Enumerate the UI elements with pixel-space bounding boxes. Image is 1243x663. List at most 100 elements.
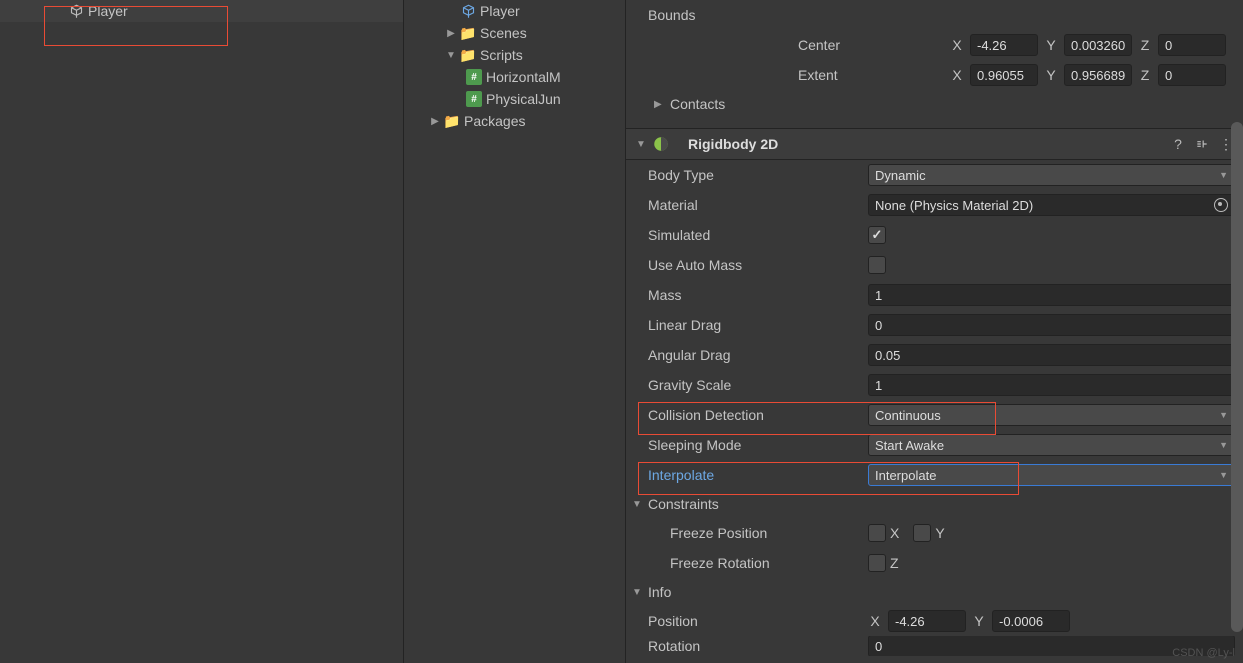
material-field[interactable]: None (Physics Material 2D) — [868, 194, 1235, 216]
gravity-scale-label: Gravity Scale — [648, 377, 868, 393]
contacts-label: Contacts — [670, 96, 725, 112]
interpolate-row: Interpolate Interpolate ▼ — [626, 460, 1243, 490]
project-item-packages[interactable]: ▶ 📁 Packages — [404, 110, 625, 132]
rigidbody-icon — [652, 135, 670, 153]
body-type-label: Body Type — [648, 167, 868, 183]
foldout-icon[interactable]: ▶ — [428, 114, 442, 128]
z-label: Z — [1138, 67, 1152, 83]
chevron-down-icon: ▼ — [1219, 470, 1228, 480]
chevron-down-icon: ▼ — [1219, 170, 1228, 180]
angular-drag-field[interactable] — [868, 344, 1235, 366]
help-icon[interactable]: ? — [1169, 135, 1187, 153]
collision-detection-label: Collision Detection — [648, 407, 868, 423]
x-label: X — [950, 37, 964, 53]
project-panel: Player ▶ 📁 Scenes ▼ 📁 Scripts # Horizont… — [404, 0, 626, 663]
foldout-icon: ▼ — [632, 499, 646, 510]
project-label: Scripts — [480, 47, 523, 63]
center-label: Center — [798, 37, 950, 53]
mass-label: Mass — [648, 287, 868, 303]
y-label: Y — [1044, 37, 1058, 53]
mass-field[interactable] — [868, 284, 1235, 306]
body-type-dropdown[interactable]: Dynamic ▼ — [868, 164, 1235, 186]
freeze-position-label: Freeze Position — [670, 525, 868, 541]
material-row: Material None (Physics Material 2D) — [626, 190, 1243, 220]
foldout-icon: ▶ — [654, 99, 668, 110]
freeze-z-checkbox[interactable] — [868, 554, 886, 572]
gameobject-icon — [68, 3, 84, 19]
project-label: PhysicalJun — [486, 91, 561, 107]
project-item-scripts[interactable]: ▼ 📁 Scripts — [404, 44, 625, 66]
hierarchy-label: Player — [88, 3, 128, 19]
simulated-label: Simulated — [648, 227, 868, 243]
inspector-scrollbar[interactable] — [1231, 122, 1243, 632]
center-row: Center X Y Z — [626, 30, 1243, 60]
sleeping-mode-label: Sleeping Mode — [648, 437, 868, 453]
bounds-label-row: Bounds — [626, 0, 1243, 30]
x-label: X — [868, 613, 882, 629]
info-position-row: Position X Y — [626, 606, 1243, 636]
extent-y-field[interactable] — [1064, 64, 1132, 86]
csharp-icon: # — [466, 69, 482, 85]
center-x-field[interactable] — [970, 34, 1038, 56]
folder-icon: 📁 — [460, 47, 476, 63]
info-pos-y-field[interactable] — [992, 610, 1070, 632]
project-label: HorizontalM — [486, 69, 561, 85]
simulated-checkbox[interactable] — [868, 226, 886, 244]
constraints-label: Constraints — [648, 496, 719, 512]
extent-z-field[interactable] — [1158, 64, 1226, 86]
foldout-icon: ▼ — [632, 587, 646, 598]
simulated-row: Simulated — [626, 220, 1243, 250]
y-label: Y — [1044, 67, 1058, 83]
csharp-icon: # — [466, 91, 482, 107]
project-label: Player — [480, 3, 520, 19]
linear-drag-field[interactable] — [868, 314, 1235, 336]
contacts-foldout[interactable]: ▶ Contacts — [626, 90, 1243, 118]
watermark: CSDN @Ly-l — [1172, 647, 1235, 659]
sleeping-mode-dropdown[interactable]: Start Awake ▼ — [868, 434, 1235, 456]
freeze-y-checkbox[interactable] — [913, 524, 931, 542]
hierarchy-panel: Player — [0, 0, 404, 663]
collision-detection-row: Collision Detection Continuous ▼ — [626, 400, 1243, 430]
z-label: Z — [1138, 37, 1152, 53]
info-foldout[interactable]: ▼ Info — [626, 578, 1243, 606]
dropdown-value: Interpolate — [875, 468, 936, 483]
prefab-icon — [460, 3, 476, 19]
hierarchy-item-player[interactable]: Player — [0, 0, 403, 22]
project-item-player[interactable]: Player — [404, 0, 625, 22]
folder-icon: 📁 — [460, 25, 476, 41]
chevron-down-icon: ▼ — [1219, 440, 1228, 450]
interpolate-dropdown[interactable]: Interpolate ▼ — [868, 464, 1235, 486]
freeze-rotation-row: Freeze Rotation Z — [626, 548, 1243, 578]
foldout-icon[interactable]: ▼ — [444, 48, 458, 62]
use-auto-mass-checkbox[interactable] — [868, 256, 886, 274]
material-label: Material — [648, 197, 868, 213]
info-rotation-row: Rotation — [626, 636, 1243, 656]
chevron-down-icon: ▼ — [1219, 410, 1228, 420]
center-y-field[interactable] — [1064, 34, 1132, 56]
angular-drag-row: Angular Drag — [626, 340, 1243, 370]
project-item-script2[interactable]: # PhysicalJun — [404, 88, 625, 110]
freeze-x-checkbox[interactable] — [868, 524, 886, 542]
info-pos-x-field[interactable] — [888, 610, 966, 632]
project-item-scenes[interactable]: ▶ 📁 Scenes — [404, 22, 625, 44]
rigidbody-header[interactable]: ▼ Rigidbody 2D ? ⋮ — [626, 128, 1243, 160]
project-item-script1[interactable]: # HorizontalM — [404, 66, 625, 88]
constraints-foldout[interactable]: ▼ Constraints — [626, 490, 1243, 518]
use-auto-mass-label: Use Auto Mass — [648, 257, 868, 273]
gravity-scale-row: Gravity Scale — [626, 370, 1243, 400]
angular-drag-label: Angular Drag — [648, 347, 868, 363]
foldout-icon[interactable]: ▶ — [444, 26, 458, 40]
collision-detection-dropdown[interactable]: Continuous ▼ — [868, 404, 1235, 426]
gravity-scale-field[interactable] — [868, 374, 1235, 396]
extent-label: Extent — [798, 67, 950, 83]
interpolate-label: Interpolate — [648, 467, 868, 483]
object-picker-icon[interactable] — [1214, 198, 1228, 212]
body-type-row: Body Type Dynamic ▼ — [626, 160, 1243, 190]
center-z-field[interactable] — [1158, 34, 1226, 56]
preset-icon[interactable] — [1193, 135, 1211, 153]
info-position-label: Position — [648, 613, 868, 629]
y-label: Y — [972, 613, 986, 629]
foldout-icon[interactable]: ▼ — [634, 137, 648, 151]
extent-x-field[interactable] — [970, 64, 1038, 86]
linear-drag-label: Linear Drag — [648, 317, 868, 333]
